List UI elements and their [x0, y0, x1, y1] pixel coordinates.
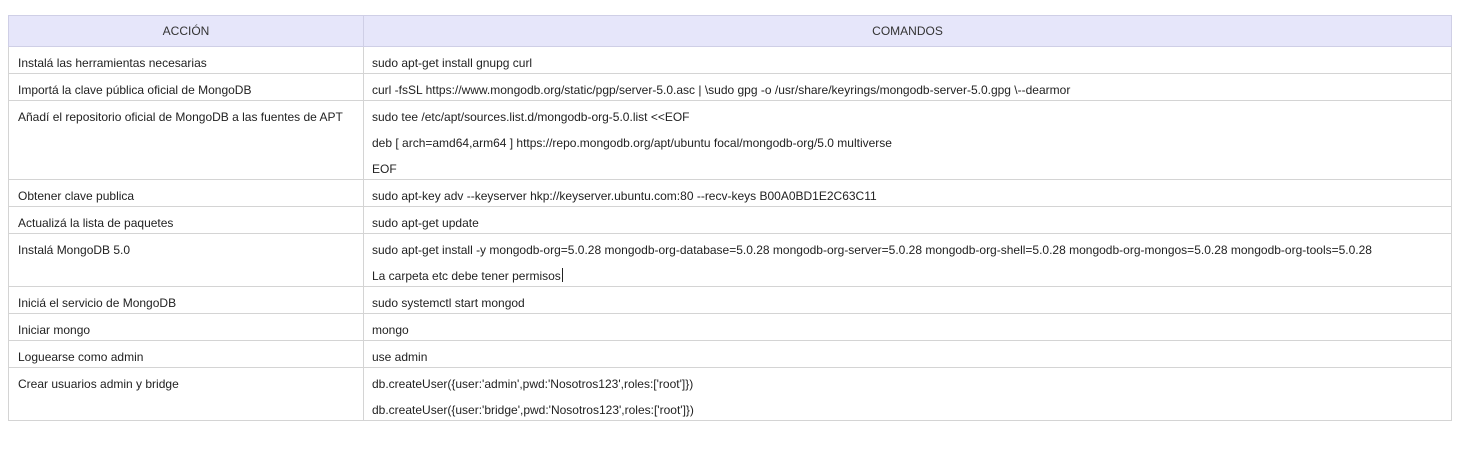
- action-text: Loguearse como admin: [18, 350, 144, 364]
- action-text: Obtener clave publica: [18, 189, 135, 203]
- action-text: Importá la clave pública oficial de Mong…: [18, 83, 252, 97]
- command-cell[interactable]: sudo apt-get update: [363, 206, 1452, 234]
- command-text: La carpeta etc debe tener permisos: [372, 269, 561, 283]
- action-cell[interactable]: Iniciá el servicio de MongoDB: [8, 286, 364, 314]
- header-action: ACCIÓN: [8, 15, 364, 47]
- command-cell[interactable]: sudo apt-get install -y mongodb-org=5.0.…: [363, 233, 1452, 287]
- table-row: Crear usuarios admin y bridge db.createUs…: [8, 367, 1452, 421]
- command-line: La carpeta etc debe tener permisos: [372, 260, 1442, 286]
- command-cell[interactable]: sudo tee /etc/apt/sources.list.d/mongodb…: [363, 100, 1452, 180]
- commands-table: ACCIÓN COMANDOS Instalá las herramientas…: [8, 15, 1452, 421]
- command-line: deb [ arch=amd64,arm64 ] https://repo.mo…: [372, 127, 1442, 153]
- command-line: sudo apt-get update: [372, 207, 1442, 233]
- action-cell[interactable]: Importá la clave pública oficial de Mong…: [8, 73, 364, 101]
- table-row: Instalá MongoDB 5.0 sudo apt-get install …: [8, 233, 1452, 287]
- action-cell[interactable]: Añadí el repositorio oficial de MongoDB …: [8, 100, 364, 180]
- table-row: Actualizá la lista de paquetes sudo apt-g…: [8, 206, 1452, 234]
- command-line: sudo apt-key adv --keyserver hkp://keyse…: [372, 180, 1442, 206]
- command-cell[interactable]: mongo: [363, 313, 1452, 341]
- command-cell[interactable]: sudo systemctl start mongod: [363, 286, 1452, 314]
- action-text: Añadí el repositorio oficial de MongoDB …: [18, 110, 343, 124]
- action-text: Iniciá el servicio de MongoDB: [18, 296, 177, 310]
- command-cell[interactable]: sudo apt-key adv --keyserver hkp://keyse…: [363, 179, 1452, 207]
- command-text: use admin: [372, 350, 428, 364]
- action-cell[interactable]: Instalá MongoDB 5.0: [8, 233, 364, 287]
- table-row: Importá la clave pública oficial de Mong…: [8, 73, 1452, 101]
- command-text: curl -fsSL https://www.mongodb.org/stati…: [372, 83, 1071, 97]
- table-row: Añadí el repositorio oficial de MongoDB …: [8, 100, 1452, 180]
- command-line: db.createUser({user:'bridge',pwd:'Nosotr…: [372, 394, 1442, 420]
- command-text: sudo tee /etc/apt/sources.list.d/mongodb…: [372, 110, 690, 124]
- command-text: sudo systemctl start mongod: [372, 296, 525, 310]
- command-text: mongo: [372, 323, 409, 337]
- commands-table-container: ACCIÓN COMANDOS Instalá las herramientas…: [8, 15, 1452, 421]
- command-text: EOF: [372, 162, 397, 176]
- table-row: Instalá las herramientas necesarias sudo …: [8, 46, 1452, 74]
- action-cell[interactable]: Obtener clave publica: [8, 179, 364, 207]
- command-line: curl -fsSL https://www.mongodb.org/stati…: [372, 74, 1442, 100]
- action-cell[interactable]: Instalá las herramientas necesarias: [8, 46, 364, 74]
- command-line: sudo systemctl start mongod: [372, 287, 1442, 313]
- table-row: Loguearse como admin use admin: [8, 340, 1452, 368]
- table-header-row: ACCIÓN COMANDOS: [8, 15, 1452, 47]
- command-cell[interactable]: use admin: [363, 340, 1452, 368]
- action-text: Actualizá la lista de paquetes: [18, 216, 174, 230]
- command-text: sudo apt-get install -y mongodb-org=5.0.…: [372, 243, 1372, 257]
- command-line: sudo apt-get install -y mongodb-org=5.0.…: [372, 234, 1442, 260]
- command-text: sudo apt-get update: [372, 216, 479, 230]
- table-row: Iniciar mongo mongo: [8, 313, 1452, 341]
- text-cursor: [561, 268, 563, 282]
- command-cell[interactable]: curl -fsSL https://www.mongodb.org/stati…: [363, 73, 1452, 101]
- command-line: sudo apt-get install gnupg curl: [372, 47, 1442, 73]
- command-text: sudo apt-get install gnupg curl: [372, 56, 533, 70]
- table-row: Obtener clave publica sudo apt-key adv --…: [8, 179, 1452, 207]
- command-cell[interactable]: sudo apt-get install gnupg curl: [363, 46, 1452, 74]
- command-text: deb [ arch=amd64,arm64 ] https://repo.mo…: [372, 136, 892, 150]
- command-text: db.createUser({user:'bridge',pwd:'Nosotr…: [372, 403, 694, 417]
- command-line: mongo: [372, 314, 1442, 340]
- action-cell[interactable]: Iniciar mongo: [8, 313, 364, 341]
- action-cell[interactable]: Loguearse como admin: [8, 340, 364, 368]
- action-text: Iniciar mongo: [18, 323, 91, 337]
- table-row: Iniciá el servicio de MongoDB sudo system…: [8, 286, 1452, 314]
- action-text: Instalá las herramientas necesarias: [18, 56, 207, 70]
- table-body: Instalá las herramientas necesarias sudo …: [8, 46, 1452, 421]
- command-cell[interactable]: db.createUser({user:'admin',pwd:'Nosotro…: [363, 367, 1452, 421]
- command-text: db.createUser({user:'admin',pwd:'Nosotro…: [372, 377, 694, 391]
- action-cell[interactable]: Actualizá la lista de paquetes: [8, 206, 364, 234]
- command-line: db.createUser({user:'admin',pwd:'Nosotro…: [372, 368, 1442, 394]
- command-line: EOF: [372, 153, 1442, 179]
- action-text: Crear usuarios admin y bridge: [18, 377, 179, 391]
- header-commands: COMANDOS: [363, 15, 1452, 47]
- command-line: use admin: [372, 341, 1442, 367]
- action-cell[interactable]: Crear usuarios admin y bridge: [8, 367, 364, 421]
- command-line: sudo tee /etc/apt/sources.list.d/mongodb…: [372, 101, 1442, 127]
- command-text: sudo apt-key adv --keyserver hkp://keyse…: [372, 189, 877, 203]
- action-text: Instalá MongoDB 5.0: [18, 243, 131, 257]
